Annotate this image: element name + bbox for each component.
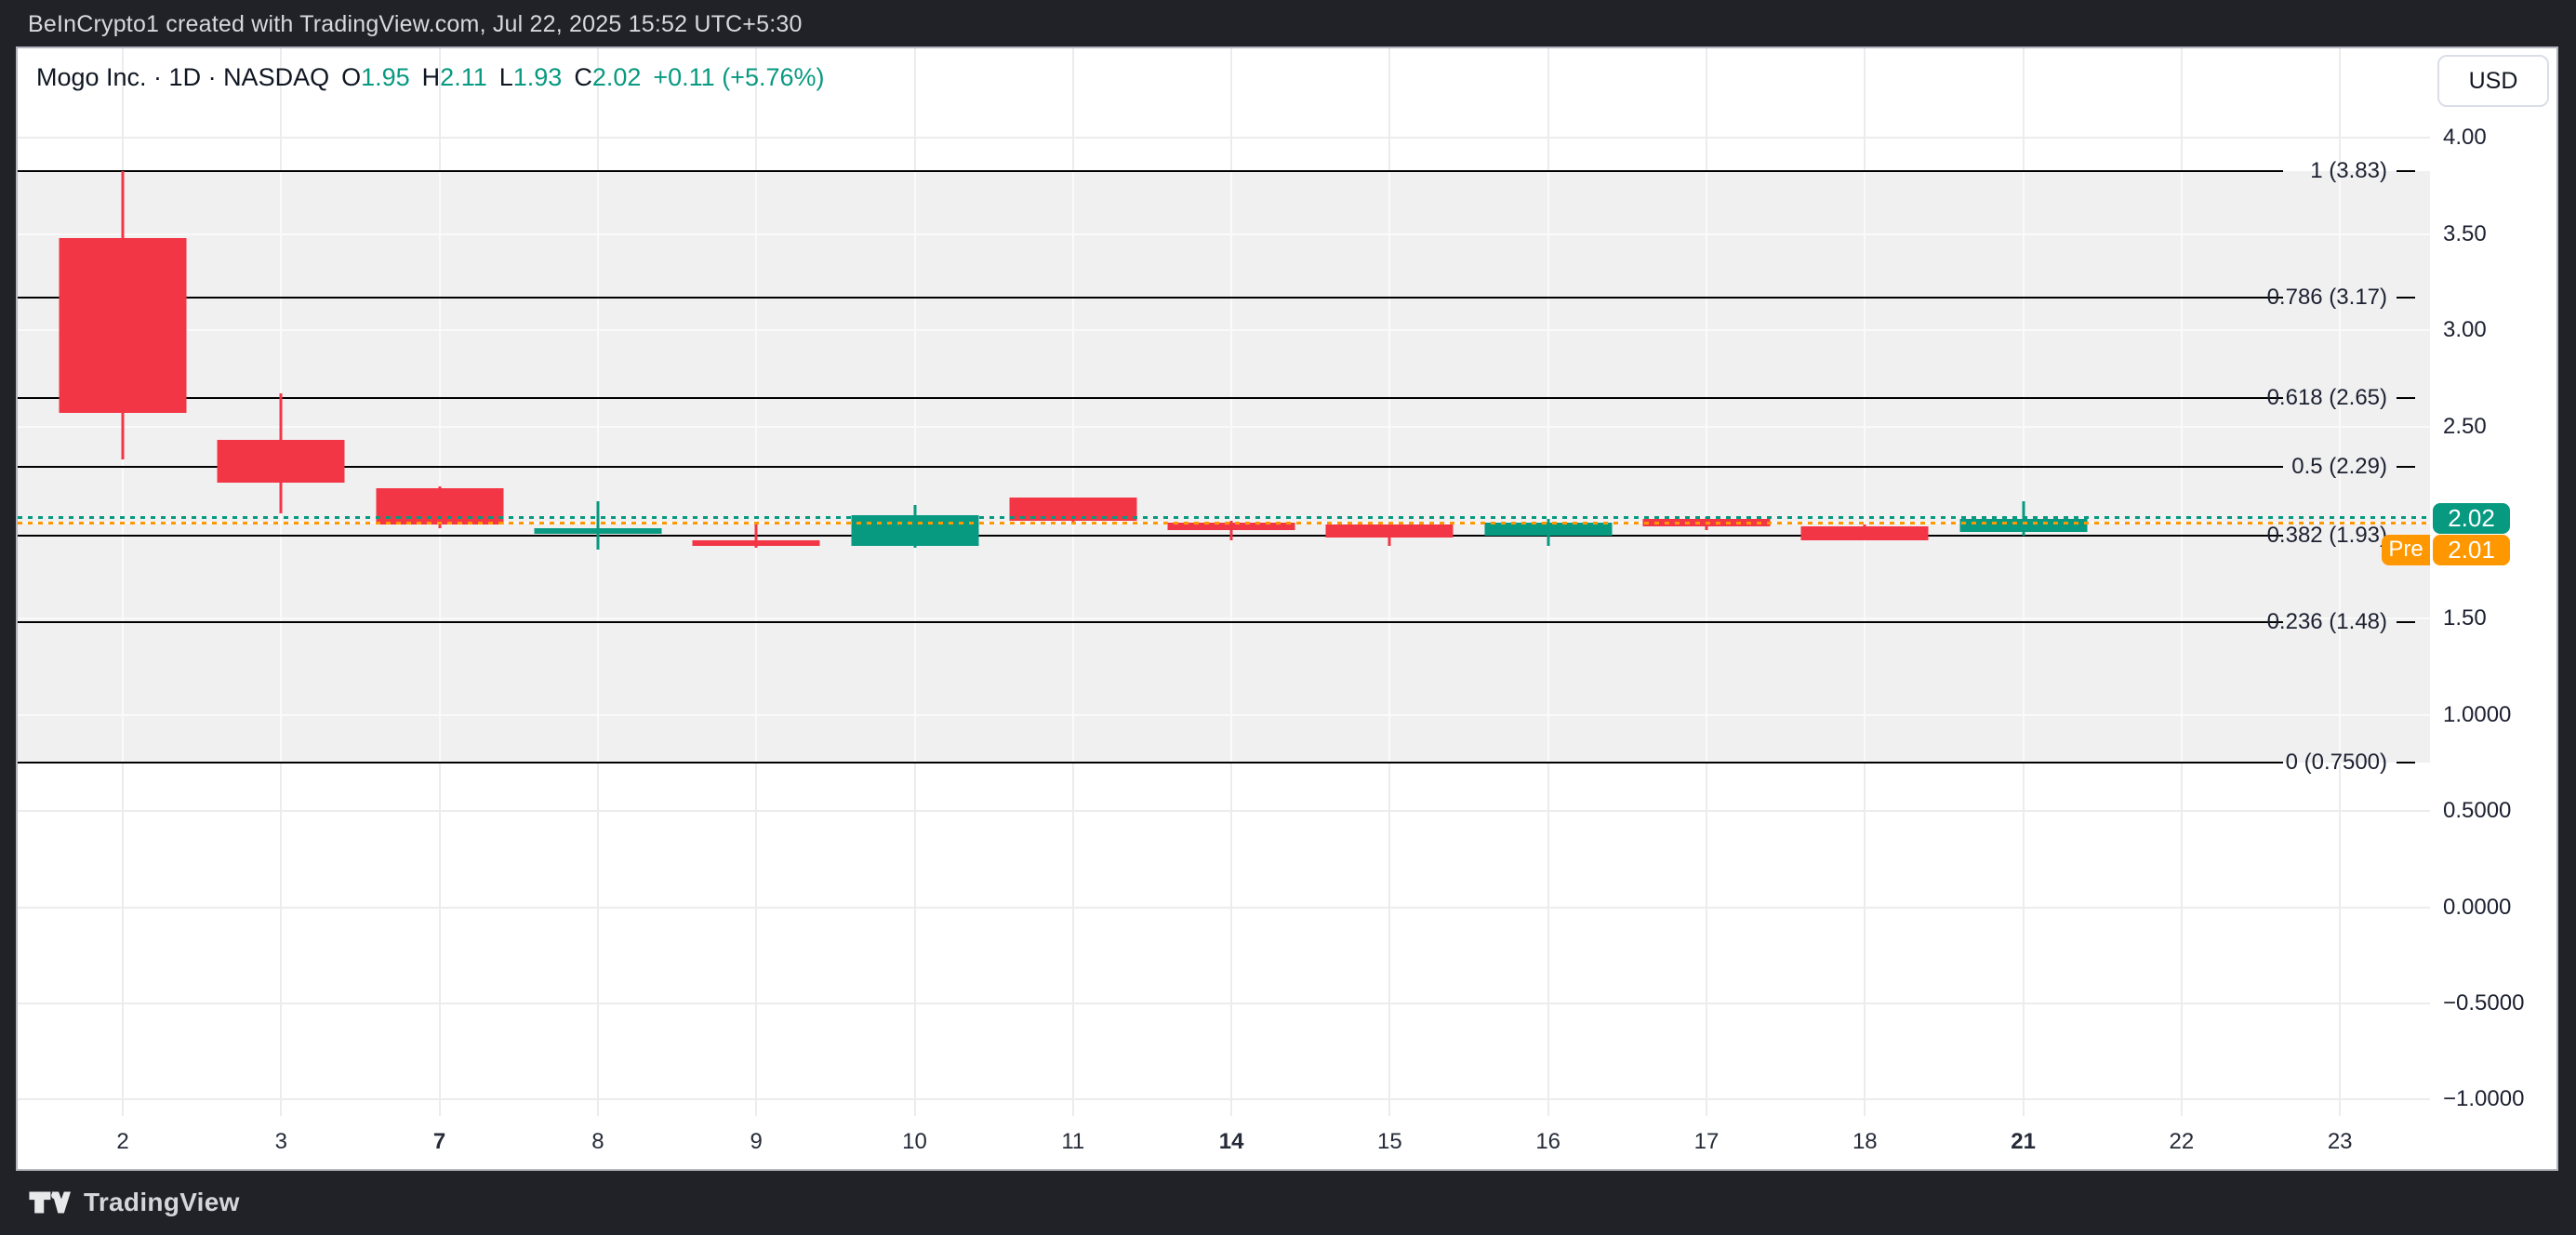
price-axis-label: 3.50	[2443, 221, 2487, 247]
candle-body	[534, 528, 661, 534]
time-axis-label: 22	[2170, 1129, 2195, 1155]
time-axis-label: 18	[1852, 1129, 1878, 1155]
candle-body	[376, 488, 503, 525]
time-axis-label: 9	[750, 1129, 763, 1155]
time-axis-label: 14	[1219, 1129, 1244, 1155]
price-axis-label: −1.0000	[2443, 1086, 2524, 1112]
fib-level-line[interactable]	[18, 621, 2283, 623]
time-axis-label: 11	[1061, 1129, 1084, 1155]
fib-level-line[interactable]	[18, 170, 2283, 172]
candle-body	[218, 440, 345, 482]
footer-brand[interactable]: TradingView	[84, 1188, 240, 1217]
horizontal-gridline-band	[18, 426, 2430, 428]
candle-wick	[596, 501, 599, 550]
time-axis-label: 8	[591, 1129, 604, 1155]
fib-level-line[interactable]	[18, 535, 2283, 537]
price-axis-label: −0.5000	[2443, 990, 2524, 1016]
fib-level-line[interactable]	[18, 397, 2283, 399]
premarket-price-badge[interactable]: 2.01	[2433, 535, 2510, 565]
fib-level-text: 0.5 (2.29)	[2291, 454, 2387, 480]
fib-level-tick	[2397, 170, 2415, 172]
candle-body	[1484, 523, 1612, 536]
fib-level-line[interactable]	[18, 297, 2283, 299]
fib-level-text: 0.382 (1.93)	[2267, 523, 2387, 549]
fib-level-text: 0.786 (3.17)	[2267, 285, 2387, 311]
fib-level-text: 0 (0.7500)	[2286, 750, 2387, 776]
time-axis-label: 23	[2328, 1129, 2353, 1155]
price-chart-plot[interactable]: Mogo Inc. · 1D · NASDAQ O1.95 H2.11 L1.9…	[18, 48, 2430, 1116]
last-price-badge[interactable]: 2.02	[2433, 503, 2510, 534]
price-change: +0.11 (+5.76%)	[653, 63, 824, 92]
time-axis-label: 10	[902, 1129, 927, 1155]
fib-level-line[interactable]	[18, 466, 2283, 468]
horizontal-gridline	[18, 810, 2430, 812]
fib-level-text: 0.236 (1.48)	[2267, 609, 2387, 635]
candle-body	[693, 540, 820, 546]
fib-level-tick	[2397, 297, 2415, 299]
last-price-line	[18, 516, 2430, 519]
fib-level-label: 0.618 (2.65)	[2267, 385, 2415, 411]
horizontal-gridline-band	[18, 714, 2430, 716]
candle-body	[60, 238, 187, 413]
tradingview-logo-icon[interactable]	[28, 1189, 71, 1216]
horizontal-gridline	[18, 137, 2430, 139]
horizontal-gridline-band	[18, 329, 2430, 331]
fib-level-line[interactable]	[18, 762, 2283, 764]
symbol-title: Mogo Inc. · 1D · NASDAQ	[36, 63, 329, 92]
ohlc-low: L1.93	[499, 63, 563, 92]
attribution-text: BeInCrypto1 created with TradingView.com…	[28, 11, 803, 38]
currency-toggle-button[interactable]: USD	[2437, 55, 2549, 107]
time-axis-label: 3	[275, 1129, 287, 1155]
footer-bar: TradingView	[0, 1169, 2576, 1235]
price-axis-label: 1.0000	[2443, 702, 2511, 728]
time-axis[interactable]: 2378910111415161718212223	[18, 1116, 2556, 1169]
price-axis-label: 0.0000	[2443, 895, 2511, 921]
price-axis-label: 4.00	[2443, 125, 2487, 151]
ohlc-open: O1.95	[341, 63, 410, 92]
fib-level-tick	[2397, 762, 2415, 764]
fib-level-label: 0 (0.7500)	[2286, 750, 2415, 776]
ohlc-high: H2.11	[422, 63, 487, 92]
chart-legend: Mogo Inc. · 1D · NASDAQ O1.95 H2.11 L1.9…	[36, 63, 825, 92]
candle-body	[1801, 526, 1929, 539]
fib-level-text: 0.618 (2.65)	[2267, 385, 2387, 411]
fib-level-label: 0.786 (3.17)	[2267, 285, 2415, 311]
premarket-price-line	[18, 522, 2430, 525]
horizontal-gridline-band	[18, 618, 2430, 619]
time-axis-label: 21	[2011, 1129, 2036, 1155]
price-axis-label: 3.00	[2443, 317, 2487, 343]
price-axis-label: 0.5000	[2443, 798, 2511, 824]
fib-level-label: 0.236 (1.48)	[2267, 609, 2415, 635]
horizontal-gridline	[18, 1003, 2430, 1004]
price-axis-label: 2.50	[2443, 414, 2487, 440]
fib-level-label: 0.5 (2.29)	[2291, 454, 2415, 480]
candle-body	[851, 515, 978, 546]
time-axis-label: 17	[1694, 1129, 1720, 1155]
fib-level-tick	[2397, 397, 2415, 399]
candle-body	[1326, 525, 1454, 538]
time-axis-label: 16	[1535, 1129, 1560, 1155]
horizontal-gridline	[18, 907, 2430, 909]
price-axis-label: 1.50	[2443, 605, 2487, 631]
tradingview-snapshot: BeInCrypto1 created with TradingView.com…	[0, 0, 2576, 1235]
fib-level-text: 1 (3.83)	[2310, 158, 2387, 184]
fib-level-tick	[2397, 466, 2415, 468]
fib-level-tick	[2397, 621, 2415, 623]
horizontal-gridline-band	[18, 233, 2430, 235]
ohlc-close: C2.02	[574, 63, 641, 92]
horizontal-gridline	[18, 1098, 2430, 1100]
fib-level-label: 1 (3.83)	[2310, 158, 2415, 184]
time-axis-label: 7	[433, 1129, 445, 1155]
price-axis[interactable]: USD 4.00 3.50 3.00 2.50 1.50 1.0000 0.5000 0.00…	[2430, 48, 2556, 1116]
premarket-tag-badge[interactable]: Pre	[2382, 535, 2430, 565]
time-axis-label: 15	[1377, 1129, 1402, 1155]
attribution-bar: BeInCrypto1 created with TradingView.com…	[0, 0, 2576, 48]
time-axis-label: 2	[116, 1129, 128, 1155]
chart-card: Mogo Inc. · 1D · NASDAQ O1.95 H2.11 L1.9…	[18, 48, 2556, 1169]
